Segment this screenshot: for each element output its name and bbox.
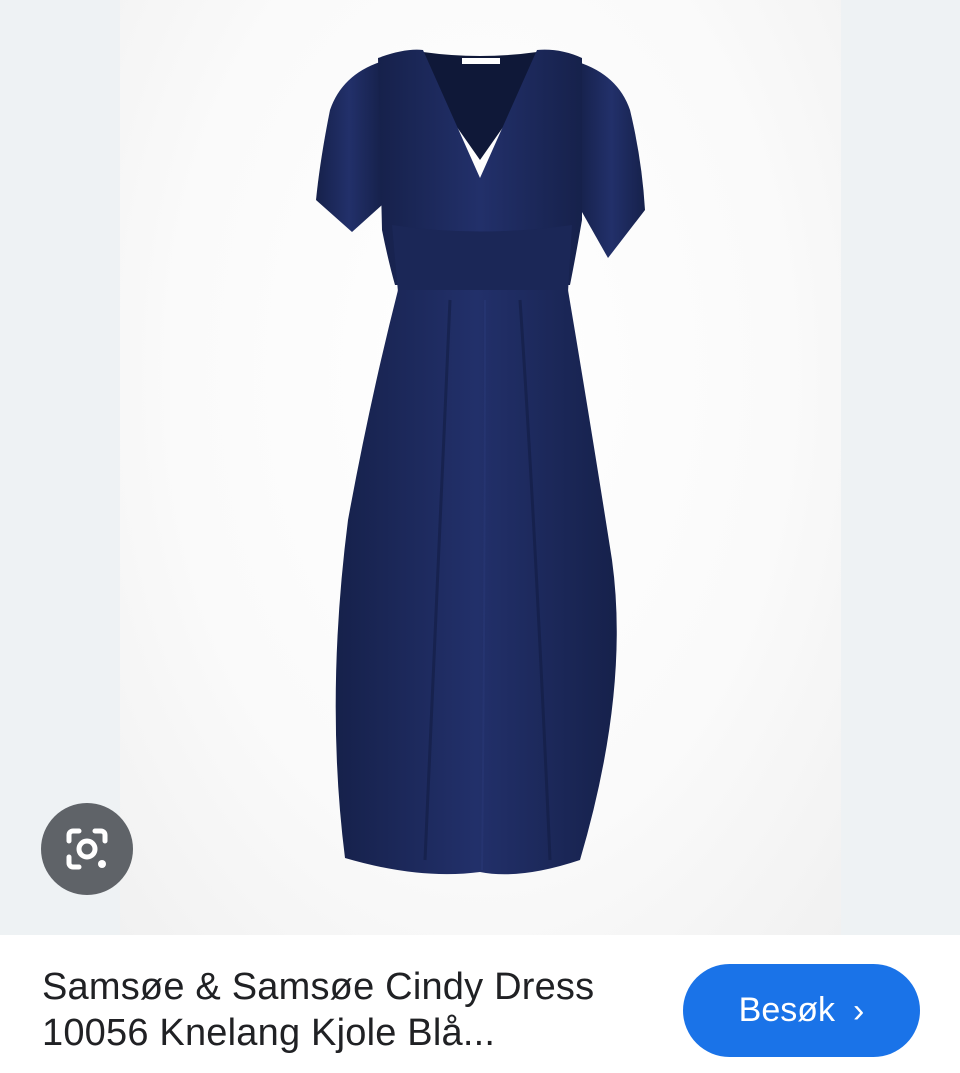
product-title-line-2: 10056 Knelang Kjole Blå... bbox=[42, 1012, 496, 1054]
dress-label-tag bbox=[462, 58, 500, 64]
product-title-line-1: Samsøe & Samsøe Cindy Dress bbox=[42, 966, 595, 1008]
visit-button-label: Besøk bbox=[738, 991, 836, 1029]
visit-button[interactable]: Besøk › bbox=[683, 964, 920, 1057]
image-viewer bbox=[0, 0, 960, 935]
dress-illustration bbox=[316, 49, 645, 875]
google-lens-icon bbox=[66, 828, 108, 870]
chevron-right-icon: › bbox=[853, 991, 865, 1030]
product-title[interactable]: Samsøe & Samsøe Cindy Dress 10056 Knelan… bbox=[42, 964, 662, 1056]
product-image[interactable] bbox=[120, 0, 841, 935]
lens-button[interactable] bbox=[41, 803, 133, 895]
